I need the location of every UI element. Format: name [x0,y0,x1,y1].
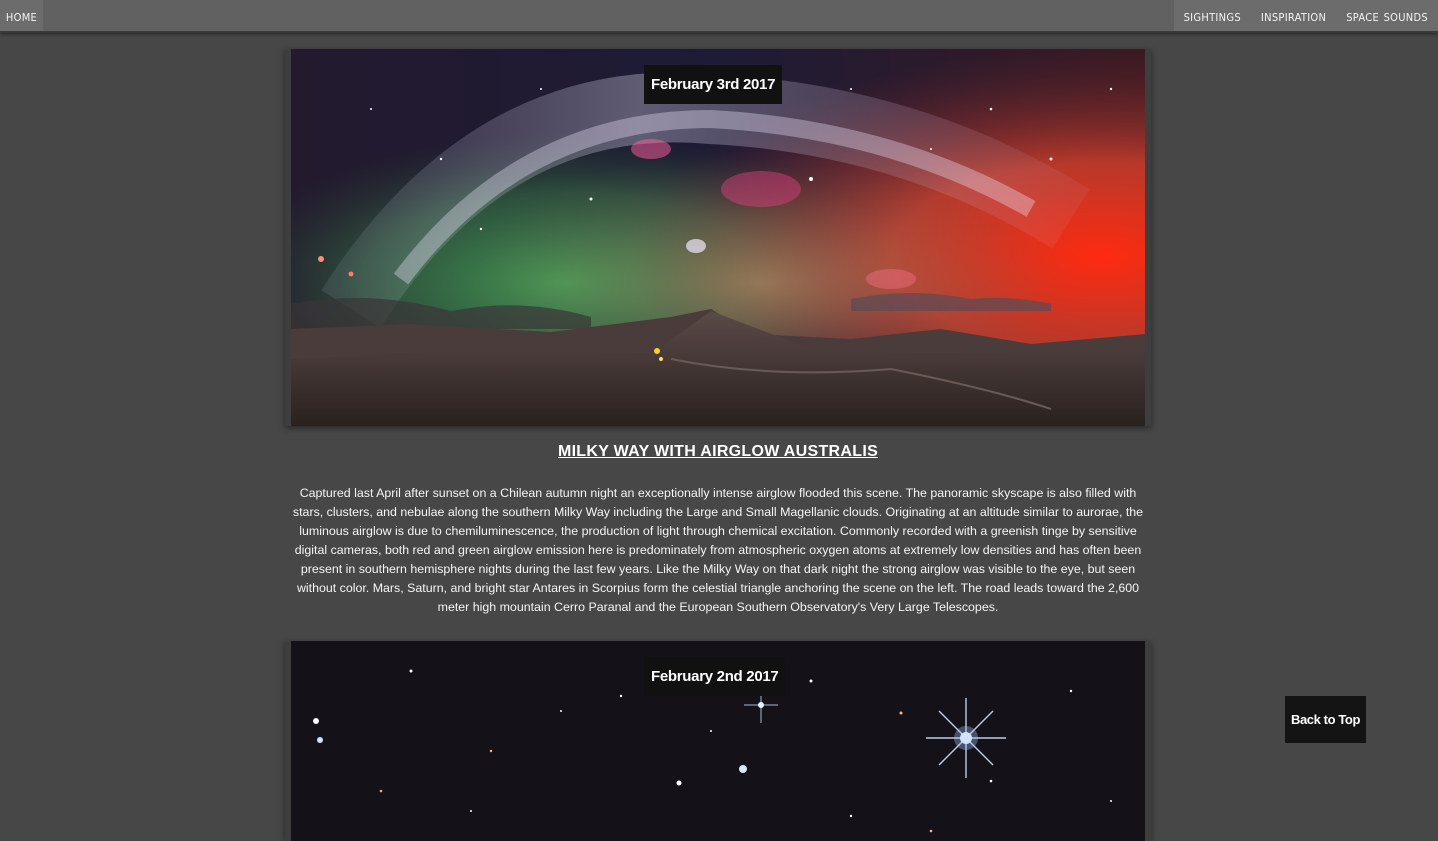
nav-home-label: Home [5,6,38,25]
post-description: Captured last April after sunset on a Ch… [292,486,1144,614]
nav-sightings-link[interactable]: Sightings [1184,7,1241,25]
nav-home-link[interactable]: Home [0,0,43,31]
post-card: February 3rd 2017 [285,49,1151,426]
nav-inspiration-link[interactable]: Inspiration [1261,7,1326,25]
post-card: February 2nd 2017 [285,641,1151,841]
post-date-badge: February 2nd 2017 [644,657,786,696]
nav-space-sounds-link[interactable]: Space Sounds [1346,7,1428,25]
post-title-link[interactable]: MILKY WAY WITH AIRGLOW AUSTRALIS [285,443,1151,461]
back-to-top-button[interactable]: Back to Top [1285,696,1366,743]
post-date-badge: February 3rd 2017 [644,65,783,104]
nav-menu: Sightings Inspiration Space Sounds [1173,0,1438,31]
post-image-milky-way [291,49,1145,426]
top-navbar: Home Sightings Inspiration Space Sounds [0,0,1438,33]
